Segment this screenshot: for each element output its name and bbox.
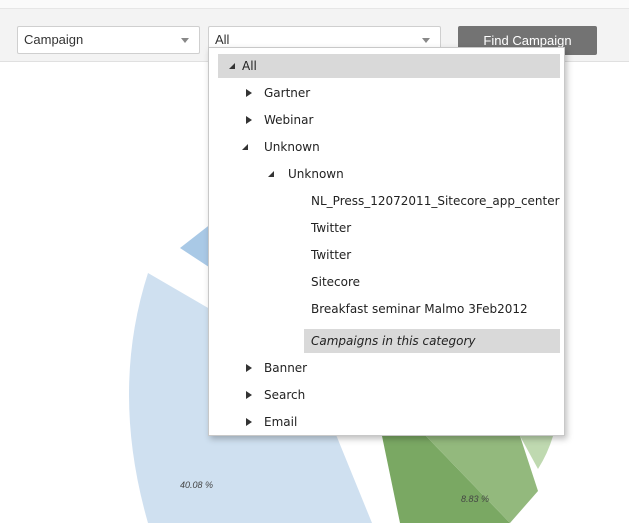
campaign-type-select-value: Campaign [24,32,84,47]
expanded-triangle-icon [229,54,239,78]
tree-leaf-campaigns-in-category[interactable]: Campaigns in this category [304,329,560,353]
campaign-filter-select-value: All [215,32,230,47]
top-band [0,0,629,8]
tree-item-label: Unknown [264,140,320,154]
tree-leaf-twitter[interactable]: Twitter [218,243,560,267]
tree-item-label: Search [264,388,306,402]
tree-item-label: NL_Press_12072011_Sitecore_app_center [311,194,560,208]
tree-item-search[interactable]: Search [218,383,560,407]
campaign-tree-dropdown: All Gartner Webinar Unknown Unknown NL_P… [208,47,565,436]
tree-item-banner[interactable]: Banner [218,356,560,380]
tree-leaf-breakfast-seminar[interactable]: Breakfast seminar Malmo 3Feb2012 [218,297,560,321]
collapsed-triangle-icon [245,410,255,434]
tree-item-unknown[interactable]: Unknown [218,135,560,159]
slice-label-large: 40.08 % [180,480,213,490]
tree-item-label: Gartner [264,86,311,100]
tree-item-label: Banner [264,361,308,375]
tree-item-unknown-sub[interactable]: Unknown [218,162,560,186]
tree-item-label: Sitecore [311,275,361,289]
tree-item-label: Twitter [311,248,352,262]
collapsed-triangle-icon [245,81,255,105]
slice-label-small: 8.83 % [461,494,489,504]
tree-item-label: Campaigns in this category [311,334,476,348]
tree-item-gartner[interactable]: Gartner [218,81,560,105]
chevron-down-icon [181,27,191,53]
tree-item-email[interactable]: Email [218,410,560,434]
tree-item-label: All [242,59,257,73]
tree-item-label: Twitter [311,221,352,235]
expanded-triangle-icon [268,162,278,186]
tree-item-label: Breakfast seminar Malmo 3Feb2012 [311,302,528,316]
tree-item-label: Unknown [288,167,344,181]
collapsed-triangle-icon [245,383,255,407]
campaign-type-select[interactable]: Campaign [17,26,200,54]
expanded-triangle-icon [242,135,252,159]
collapsed-triangle-icon [245,356,255,380]
tree-item-all[interactable]: All [218,54,560,78]
tree-leaf-nl-press[interactable]: NL_Press_12072011_Sitecore_app_center [218,189,560,213]
tree-item-label: Webinar [264,113,314,127]
tree-item-label: Email [264,415,298,429]
tree-item-webinar[interactable]: Webinar [218,108,560,132]
tree-leaf-twitter[interactable]: Twitter [218,216,560,240]
tree-leaf-sitecore[interactable]: Sitecore [218,270,560,294]
collapsed-triangle-icon [245,108,255,132]
